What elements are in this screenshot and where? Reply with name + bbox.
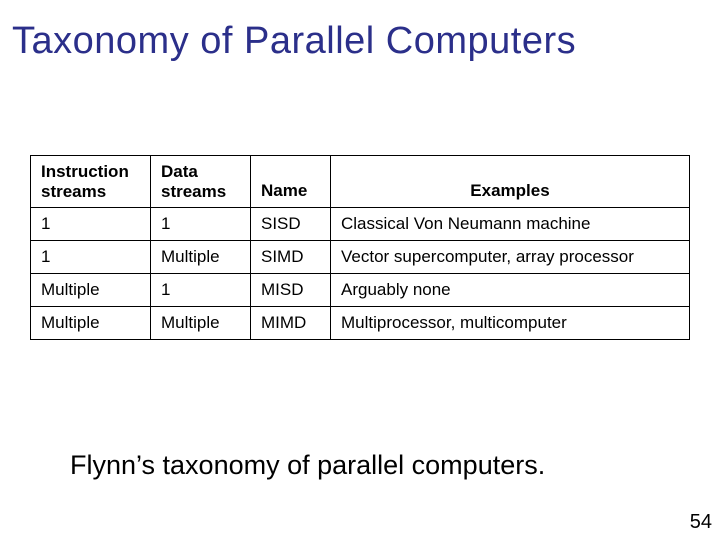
cell-examples: Arguably none <box>331 274 690 307</box>
slide-title: Taxonomy of Parallel Computers <box>12 20 710 63</box>
col-header-instruction: Instruction streams <box>31 156 151 208</box>
table-row: 1 Multiple SIMD Vector supercomputer, ar… <box>31 241 690 274</box>
col-header-examples: Examples <box>331 156 690 208</box>
col-header-instruction-line2: streams <box>41 182 140 202</box>
cell-examples: Vector supercomputer, array processor <box>331 241 690 274</box>
col-header-name: Name <box>251 156 331 208</box>
col-header-data: Data streams <box>151 156 251 208</box>
col-header-data-line2: streams <box>161 182 240 202</box>
cell-data: Multiple <box>151 307 251 340</box>
cell-examples: Classical Von Neumann machine <box>331 208 690 241</box>
cell-name: MISD <box>251 274 331 307</box>
table-header-row: Instruction streams Data streams Name Ex… <box>31 156 690 208</box>
cell-data: Multiple <box>151 241 251 274</box>
cell-instruction: Multiple <box>31 307 151 340</box>
table-row: Multiple Multiple MIMD Multiprocessor, m… <box>31 307 690 340</box>
cell-instruction: Multiple <box>31 274 151 307</box>
col-header-data-line1: Data <box>161 162 240 182</box>
page-number: 54 <box>690 511 712 534</box>
taxonomy-table: Instruction streams Data streams Name Ex… <box>30 155 690 340</box>
cell-name: SISD <box>251 208 331 241</box>
table-container: Instruction streams Data streams Name Ex… <box>30 155 690 340</box>
cell-instruction: 1 <box>31 241 151 274</box>
table-row: Multiple 1 MISD Arguably none <box>31 274 690 307</box>
cell-data: 1 <box>151 208 251 241</box>
cell-examples: Multiprocessor, multicomputer <box>331 307 690 340</box>
col-header-instruction-line1: Instruction <box>41 162 140 182</box>
cell-instruction: 1 <box>31 208 151 241</box>
slide-caption: Flynn’s taxonomy of parallel computers. <box>70 450 710 481</box>
cell-name: SIMD <box>251 241 331 274</box>
cell-data: 1 <box>151 274 251 307</box>
cell-name: MIMD <box>251 307 331 340</box>
slide: Taxonomy of Parallel Computers Instructi… <box>0 0 720 540</box>
table-row: 1 1 SISD Classical Von Neumann machine <box>31 208 690 241</box>
